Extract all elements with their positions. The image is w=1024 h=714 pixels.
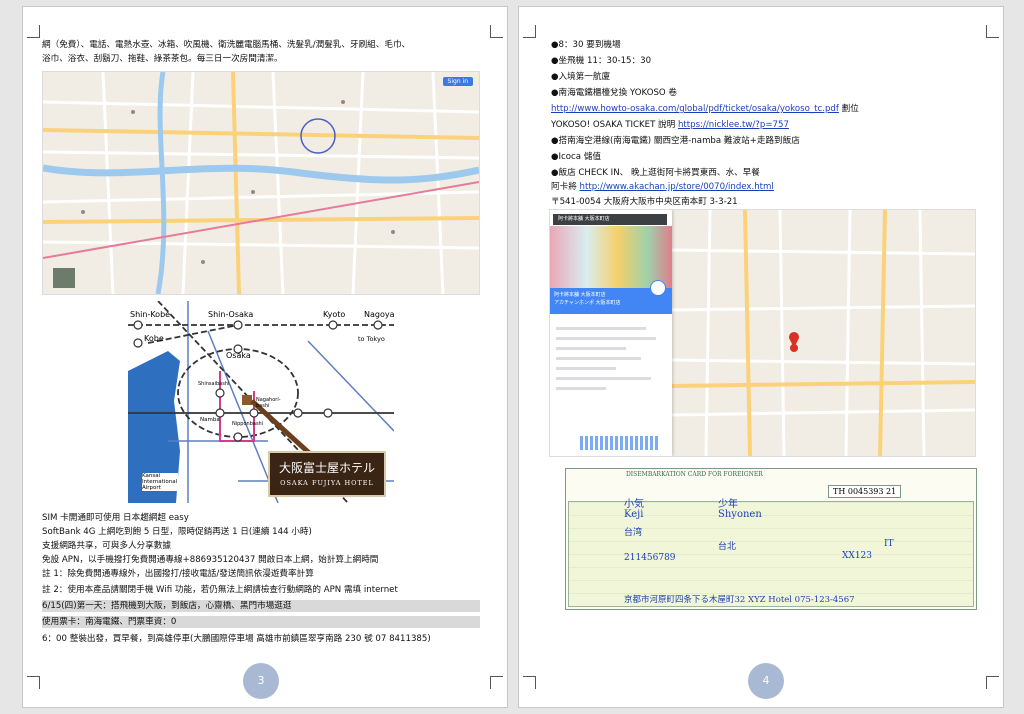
japan-address: 京都市河原町四条下る木屋町32 XYZ Hotel 075-123-4567 (624, 595, 855, 605)
nationality: 台湾 (624, 528, 643, 538)
station-osaka: Osaka (226, 351, 251, 360)
map-info-panel: 阿卡將本舖 大阪本町店 阿卡將本舖 大阪本町店 アカチャンホンポ 大阪本町店 (550, 210, 672, 456)
station-nagoya: Nagoya (364, 310, 394, 319)
family-name-kanji: 小気 (624, 499, 644, 510)
itinerary-line-5: YOKOSO! OSAKA TICKET 說明 https://nicklee.… (551, 119, 789, 131)
itinerary-line-8: ●飯店 CHECK IN、 晚上逛街阿卡將買東西、水、早餐 (551, 168, 760, 178)
crop-mark (27, 25, 40, 38)
crop-mark (986, 676, 999, 689)
hotel-name-panel: 大阪富士屋ホテル OSAKA FUJIYA HOTEL (268, 451, 386, 497)
card-number: TH 0045393 21 (828, 485, 902, 498)
hotel-area-map[interactable]: Sign in (42, 71, 480, 295)
nicklee-link[interactable]: https://nicklee.tw/?p=757 (678, 120, 789, 130)
intro-line-1: 網（免費）、電話、電熱水壺、冰箱、吹風機、衛洗麗電腦馬桶、洗髮乳/潤髮乳、牙刷組… (42, 40, 411, 50)
station-shinsaibashi: Shinsaibashi (198, 381, 230, 387)
itinerary-line-0: ●8：30 要到機場 (551, 40, 621, 50)
crop-mark (986, 25, 999, 38)
itinerary-line-6: ●搭南海空港線(南海電鐵) 關西空港-namba 難波站+走路到飯店 (551, 136, 800, 146)
page-number-4: 4 (748, 663, 784, 699)
store-subtitle: アカチャンホンポ 大阪本町店 (554, 300, 621, 306)
itinerary-line-3: ●南海電鐵櫃檯兌換 YOKOSO 卷 (551, 88, 677, 98)
crop-mark (523, 676, 536, 689)
akachan-link[interactable]: http://www.akachan.jp/store/0070/index.h… (580, 182, 774, 192)
akachan-store-map[interactable]: 阿卡將本舖 大阪本町店 阿卡將本舖 大阪本町店 アカチャンホンポ 大阪本町店 (549, 209, 976, 457)
sim-line-4: 註 1：除免費開通專線外，出國撥打/接收電話/發送簡訊依漫遊費率計算 (42, 569, 314, 579)
crop-mark (27, 676, 40, 689)
intro-line-2: 浴巾、浴衣、刮鬍刀、拖鞋、綠茶茶包。每三日一次房間清潔。 (42, 54, 283, 64)
crop-mark (490, 25, 503, 38)
rail-route-map: Shin-Kobe Shin-Osaka Kyoto Nagoya Kobe t… (128, 301, 394, 503)
itinerary-line-2: ●入境第一航廈 (551, 72, 611, 82)
station-shin-osaka: Shin-Osaka (208, 310, 254, 319)
ticket-line: 使用票卡：南海電鐵、門票車資：0 (42, 616, 480, 628)
label-to-tokyo: to Tokyo (358, 335, 385, 343)
map-signin-button[interactable]: Sign in (442, 77, 473, 86)
sim-line-3: 免設 APN，以手機撥打免費開通專線+886935120437 開啟日本上網，始… (42, 555, 379, 565)
station-shin-kobe: Shin-Kobe (130, 310, 171, 319)
sim-line-0: SIM 卡開通即可使用 日本趨網超 easy (42, 513, 189, 523)
station-kobe: Kobe (144, 334, 164, 343)
akachan-label: 阿卡將 (551, 182, 580, 192)
station-kyoto: Kyoto (323, 310, 346, 319)
document-page-3: 網（免費）、電話、電熱水壺、冰箱、吹風機、衛洗麗電腦馬桶、洗髮乳/潤髮乳、牙刷組… (22, 6, 508, 708)
given-name-kanji: 少年 (718, 499, 738, 510)
passport-number: 211456789 (624, 553, 676, 563)
itinerary-line-4: http://www.howto-osaka.com/global/pdf/ti… (551, 103, 859, 115)
given-name: Shyonen (718, 509, 762, 520)
sim-line-1: SoftBank 4G 上網吃到飽 5 日型，限時促銷再送 1 日(連續 144… (42, 527, 312, 537)
store-photo (550, 226, 672, 288)
occupation: IT (884, 539, 894, 549)
panel-detail-rows (556, 320, 666, 397)
itinerary-line-1: ●坐飛機 11：30-15：30 (551, 56, 652, 66)
sim-line-5: 註 2：使用本產品請關閉手機 Wifi 功能，若仍無法上網請檢查行動網路的 AP… (42, 585, 398, 595)
station-kansai-airport: Kansai International Airport (142, 473, 178, 491)
crop-mark (490, 676, 503, 689)
hotel-name-jp: 大阪富士屋ホテル (278, 461, 375, 475)
map-search-text[interactable]: 阿卡將本舖 大阪本町店 (558, 215, 610, 222)
departure-line: 6：00 整裝出發，買早餐，到高雄停車(大鵬國際停車場 高雄市前鎮區翠亨南路 2… (42, 634, 431, 644)
seat-note: 劃位 (838, 104, 859, 114)
itinerary-line-7: ●Icoca 儲值 (551, 152, 601, 162)
family-name: Keji (624, 509, 644, 520)
directions-icon[interactable] (650, 280, 666, 296)
map-graphic (43, 72, 479, 294)
station-nagahori-bashi: Nagahori-bashi (256, 397, 281, 409)
station-namba: Namba (200, 417, 220, 423)
popular-times-chart (580, 436, 660, 450)
itinerary-line-10: 〒541-0054 大阪府大阪市中央区南本町 3-3-21 (551, 197, 738, 207)
day1-heading: 6/15(四)第一天：搭飛機到大阪，到飯店，心齋橋、黑門市場逛逛 (42, 600, 480, 612)
hotel-name-en: OSAKA FUJIYA HOTEL (280, 479, 374, 487)
home-city: 台北 (718, 542, 737, 552)
disembarkation-card: DISEMBARKATION CARD FOR FOREIGNER TH 004… (565, 468, 977, 610)
crop-mark (523, 25, 536, 38)
card-header: DISEMBARKATION CARD FOR FOREIGNER (626, 471, 763, 478)
itinerary-line-9: 阿卡將 http://www.akachan.jp/store/0070/ind… (551, 181, 774, 193)
flight-number: XX123 (842, 551, 872, 561)
page-number-3: 3 (243, 663, 279, 699)
yokoso-ticket-label: YOKOSO! OSAKA TICKET 說明 (551, 120, 678, 130)
sim-line-2: 支援網路共享，可與多人分享數據 (42, 541, 171, 551)
station-nipponbashi: Nipponbashi (232, 421, 264, 427)
document-page-4: ●8：30 要到機場 ●坐飛機 11：30-15：30 ●入境第一航廈 ●南海電… (518, 6, 1004, 708)
yokoso-pdf-link[interactable]: http://www.howto-osaka.com/global/pdf/ti… (551, 104, 839, 114)
